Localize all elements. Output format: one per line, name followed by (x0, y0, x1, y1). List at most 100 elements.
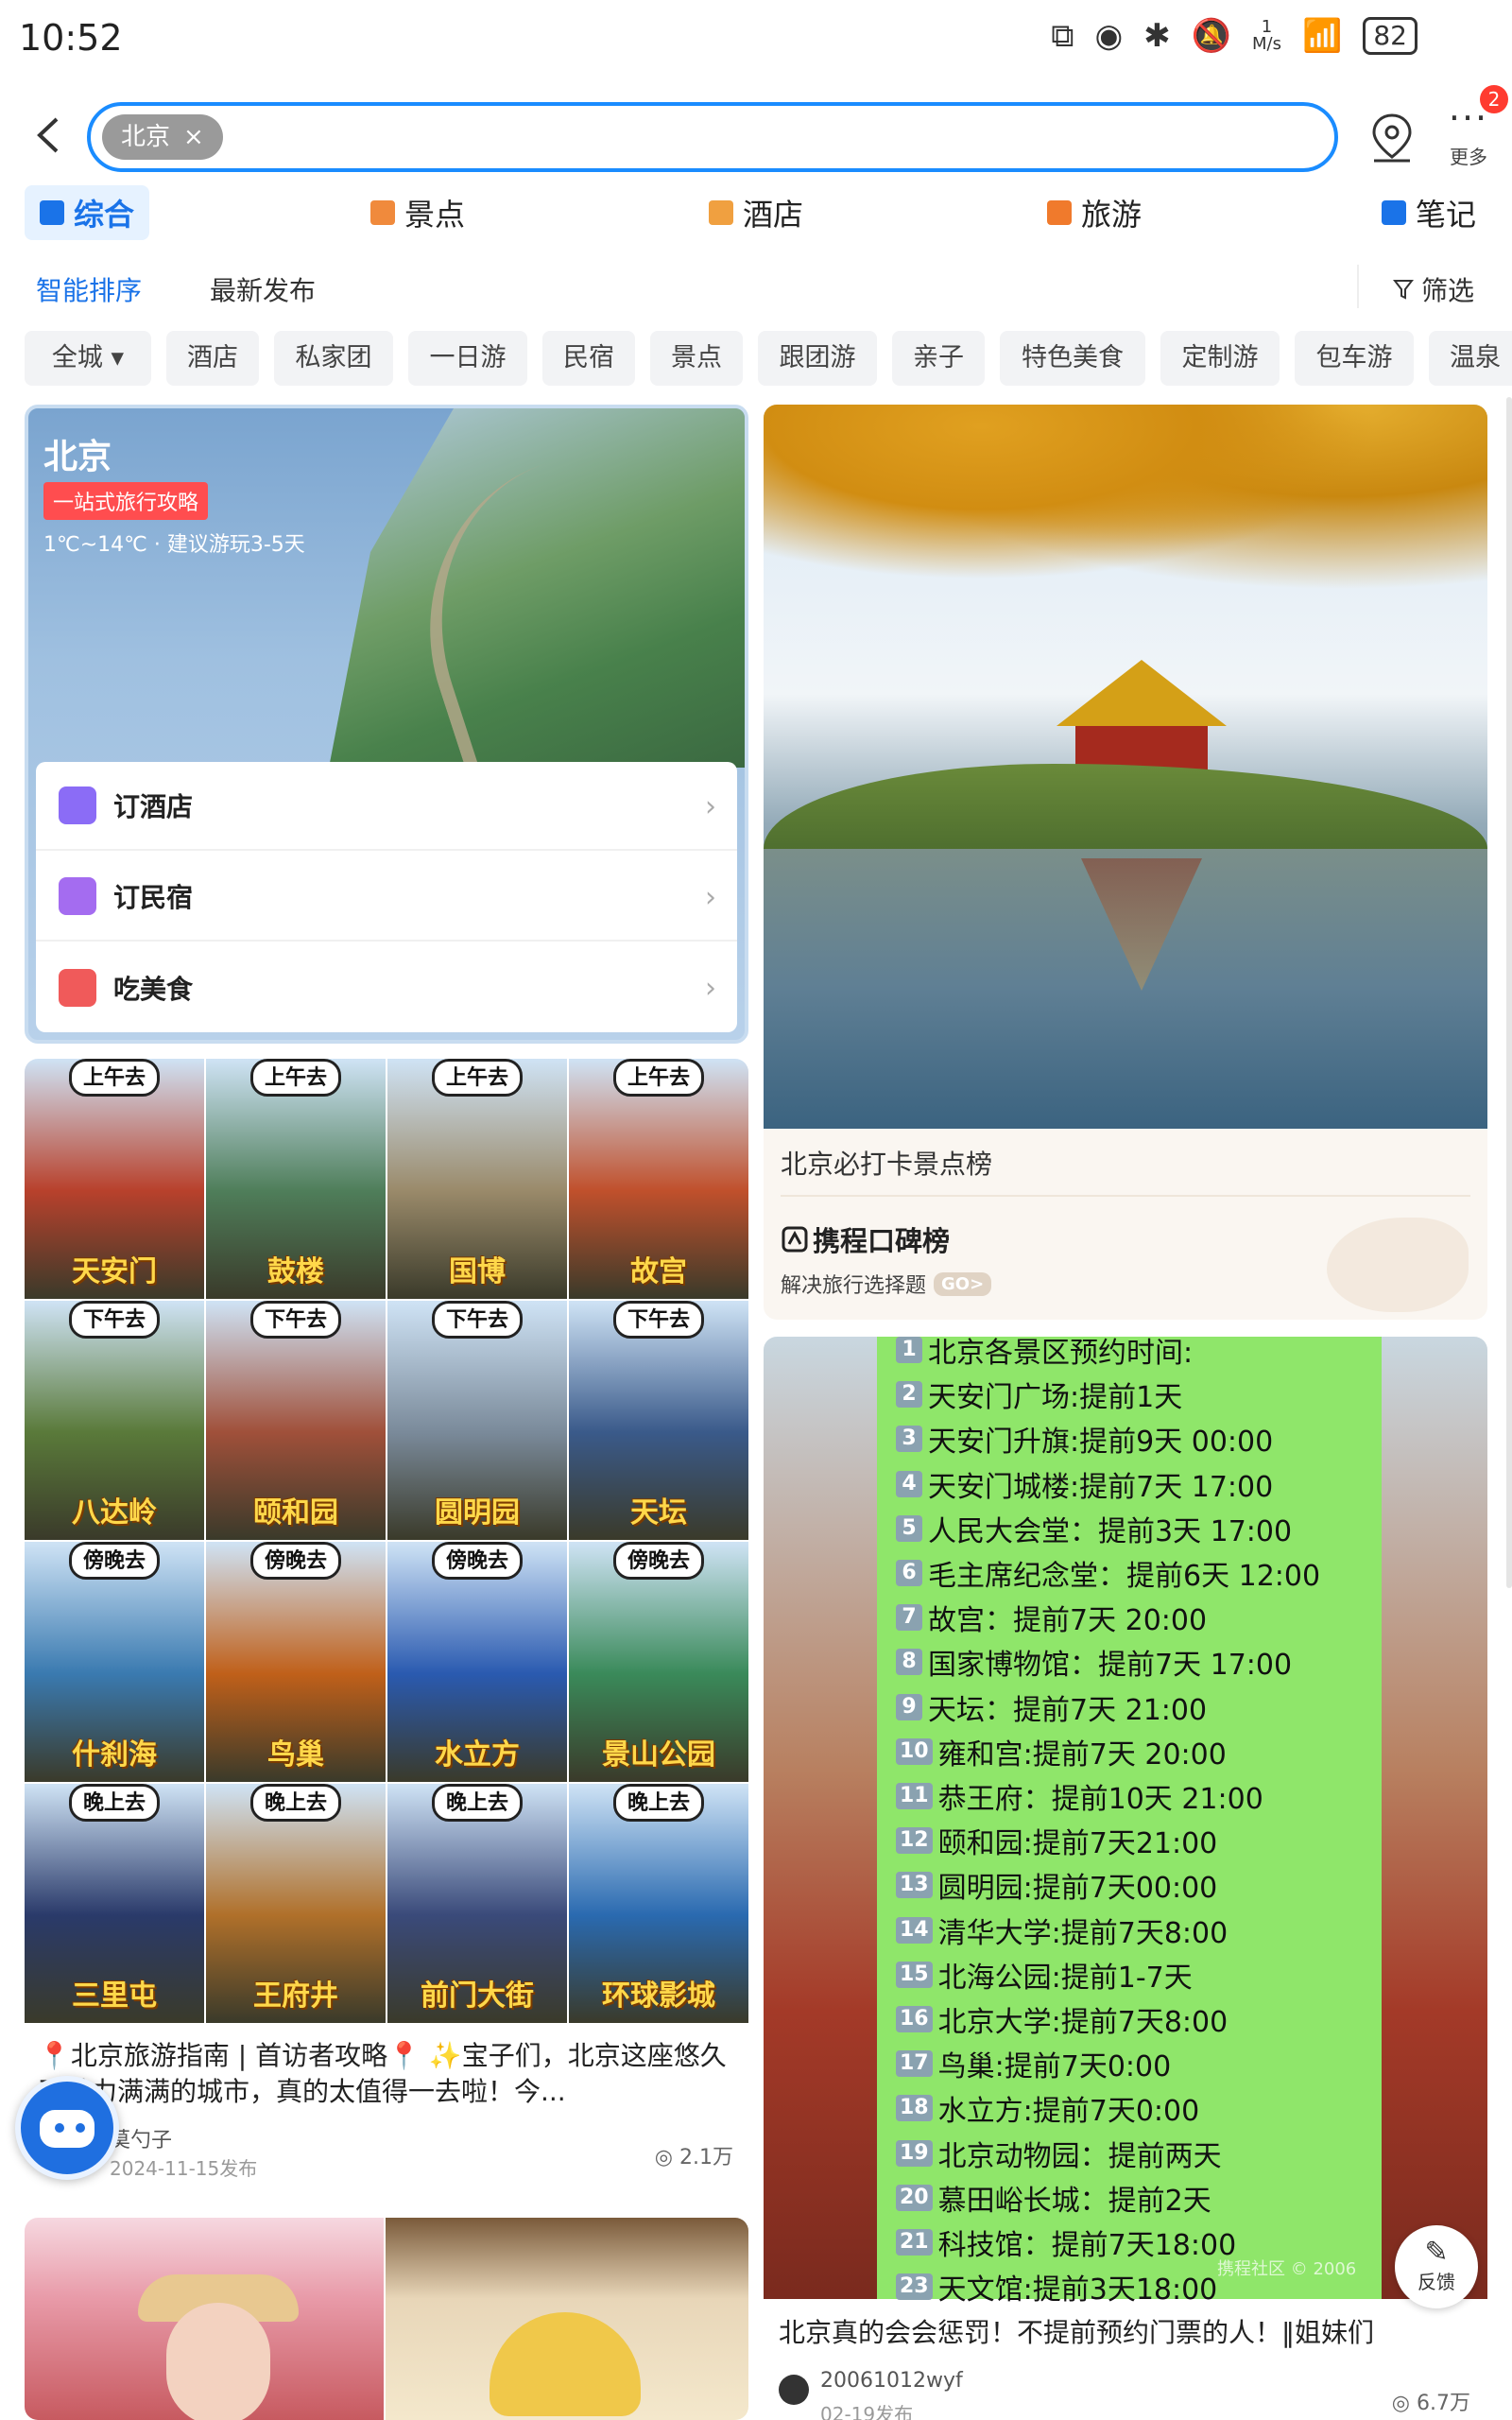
attraction-grid: 上午去 天安门 上午去 鼓楼 上午去 国博 上午去 故宫 下午去 八达岭 下午去 颐和园 下午去 圆明园下… (25, 1059, 748, 2023)
tab-notes[interactable]: 笔记 (1382, 185, 1476, 240)
reservation-row: 2 天安门广场:提前1天 (896, 1374, 1387, 1415)
next-post-card[interactable] (25, 2218, 748, 2420)
row-number: 18 (896, 2095, 933, 2122)
time-of-day-tag: 傍晚去 (612, 1542, 705, 1580)
back-icon[interactable] (26, 112, 74, 159)
attraction-tile: 傍晚去 鸟巢 (206, 1542, 386, 1782)
tab-travel[interactable]: 旅游 (1047, 185, 1142, 240)
row-text: 雍和宫:提前7天 20:00 (937, 1737, 1227, 1772)
scrollbar[interactable] (1506, 397, 1512, 1588)
attraction-name: 故宫 (630, 1254, 687, 1288)
tab-hotels[interactable]: 酒店 (709, 185, 803, 240)
filter-button[interactable]: 筛选 (1393, 270, 1474, 308)
chip-food[interactable]: 特色美食 (1000, 331, 1145, 386)
notification-badge: 2 (1480, 85, 1508, 113)
tab-attractions[interactable]: 景点 (370, 185, 465, 240)
row-text: 北京大学:提前7天8:00 (937, 2006, 1228, 2039)
travel-guide-card[interactable]: 上午去 天安门 上午去 鼓楼 上午去 国博 上午去 故宫 下午去 八达岭 下午去 颐和园 下午去 圆明园下… (25, 1059, 748, 2201)
time-of-day-tag: 下午去 (612, 1300, 705, 1339)
eye-icon: ◎ (1391, 2392, 1410, 2415)
filter-chips: 全城 ▾ 酒店 私家团 一日游 民宿 景点 跟团游 亲子 特色美食 定制游 包车… (0, 331, 1512, 388)
row-text: 国家博物馆：提前7天 17:00 (928, 1649, 1293, 1683)
attraction-name: 前门大街 (421, 1979, 534, 2013)
reservation-row: 8 国家博物馆：提前7天 17:00 (896, 1641, 1387, 1683)
wifi-icon: 📶 (1302, 17, 1343, 55)
cast-icon: ⧉ (1051, 17, 1074, 55)
chip-hot-spring[interactable]: 温泉 (1429, 331, 1512, 386)
chip-hotel[interactable]: 酒店 (166, 331, 259, 386)
row-number: 1 (896, 1337, 922, 1363)
sort-latest[interactable]: 最新发布 (210, 270, 316, 308)
chip-homestay[interactable]: 民宿 (542, 331, 635, 386)
time-of-day-tag: 上午去 (612, 1059, 705, 1097)
row-number: 3 (896, 1426, 922, 1453)
chip-group-tour[interactable]: 跟团游 (758, 331, 877, 386)
more-label: 更多 (1450, 146, 1487, 168)
attraction-tile: 傍晚去 水立方 (387, 1542, 567, 1782)
chip-charter[interactable]: 包车游 (1295, 331, 1414, 386)
category-tabs: 综合 景点 酒店 旅游 笔记 (0, 185, 1512, 242)
reservation-row: 17 鸟巢:提前7天0:00 (896, 2043, 1387, 2084)
row-number: 14 (896, 1916, 933, 1944)
chip-private-tour[interactable]: 私家团 (274, 331, 393, 386)
reservation-row: 16 北京大学:提前7天8:00 (896, 1998, 1387, 2040)
ranking-subtitle: 解决旅行选择题 GO> (781, 1269, 992, 1299)
reservation-row: 13 圆明园:提前7天00:00 (896, 1864, 1387, 1906)
attraction-name: 景山公园 (602, 1737, 715, 1772)
time-of-day-tag: 上午去 (249, 1059, 342, 1097)
location-pin-icon[interactable] (1368, 112, 1416, 164)
time-of-day-tag: 下午去 (249, 1300, 342, 1339)
avatar[interactable] (779, 2375, 809, 2405)
row-text: 鸟巢:提前7天0:00 (937, 2050, 1172, 2084)
chip-day-trip[interactable]: 一日游 (408, 331, 527, 386)
row-number: 12 (896, 1827, 933, 1855)
chip-custom-tour[interactable]: 定制游 (1160, 331, 1280, 386)
attraction-tile: 下午去 天坛 (569, 1300, 748, 1540)
row-number: 5 (896, 1514, 922, 1542)
feedback-button[interactable]: ✎ 反馈 (1395, 2225, 1478, 2308)
search-chip[interactable]: 北京 × (102, 114, 223, 160)
go-badge[interactable]: GO> (934, 1271, 992, 1296)
row-text: 天安门广场:提前1天 (928, 1381, 1183, 1415)
ai-assistant-button[interactable] (15, 2076, 119, 2180)
city-title: 北京 (43, 438, 112, 476)
row-number: 2 (896, 1381, 922, 1409)
attraction-name: 八达岭 (72, 1496, 157, 1530)
reservation-row: 10 雍和宫:提前7天 20:00 (896, 1731, 1387, 1772)
view-count: ◎ 2.1万 (654, 2146, 733, 2169)
time-of-day-tag: 傍晚去 (68, 1542, 161, 1580)
attraction-tile: 上午去 鼓楼 (206, 1059, 386, 1299)
time-of-day-tag: 下午去 (431, 1300, 524, 1339)
time-of-day-tag: 下午去 (68, 1300, 161, 1339)
must-visit-ranking-card[interactable]: 北京必打卡景点榜 携程口碑榜 解决旅行选择题 GO> (764, 405, 1487, 1320)
chip-attraction[interactable]: 景点 (650, 331, 743, 386)
chip-family[interactable]: 亲子 (892, 331, 985, 386)
forbidden-city-photo (764, 405, 1487, 1129)
row-number: 20 (896, 2184, 933, 2211)
chip-city[interactable]: 全城 ▾ (25, 331, 151, 386)
reservation-times-card[interactable]: 1 北京各景区预约时间: 2 天安门广场:提前1天 3 天安门升旗:提前9天 00:00 4… (764, 1337, 1487, 2420)
row-text: 毛主席纪念堂：提前6天 12:00 (928, 1560, 1321, 1593)
attraction-name: 什刹海 (72, 1737, 157, 1772)
row-text: 故宫：提前7天 20:00 (928, 1604, 1208, 1638)
search-input[interactable]: 北京 × (87, 102, 1338, 172)
link-food[interactable]: 吃美食 › (36, 943, 737, 1032)
status-bar: 10:52 ⧉ ◉ ✱ 🔕 1 M/s 📶 82 (0, 0, 1512, 76)
link-book-homestay[interactable]: 订民宿 › (36, 853, 737, 942)
beijing-destination-card[interactable]: 北京 一站式旅行攻略 1℃~14℃ · 建议游玩3-5天 订酒店 › 订民宿 ›… (25, 405, 748, 1044)
reservation-row: 19 北京动物园：提前两天 (896, 2133, 1387, 2174)
attraction-tile: 上午去 故宫 (569, 1059, 748, 1299)
sort-smart[interactable]: 智能排序 (36, 270, 142, 308)
row-text: 北京动物园：提前两天 (937, 2139, 1222, 2173)
guide-tag: 一站式旅行攻略 (43, 482, 209, 520)
tab-all[interactable]: 综合 (25, 185, 150, 240)
row-text: 北京各景区预约时间: (928, 1337, 1194, 1370)
attraction-tile: 晚上去 前门大街 (387, 1783, 567, 2023)
attraction-tile: 上午去 国博 (387, 1059, 567, 1299)
edit-icon: ✎ (1424, 2236, 1449, 2269)
post-title: 北京真的会会惩罚！不提前预约门票的人！‖姐妹们 (779, 2317, 1375, 2348)
attraction-name: 鸟巢 (267, 1737, 324, 1772)
row-text: 颐和园:提前7天21:00 (937, 1827, 1218, 1861)
link-book-hotel[interactable]: 订酒店 › (36, 762, 737, 851)
chip-close-icon[interactable]: × (183, 114, 204, 160)
